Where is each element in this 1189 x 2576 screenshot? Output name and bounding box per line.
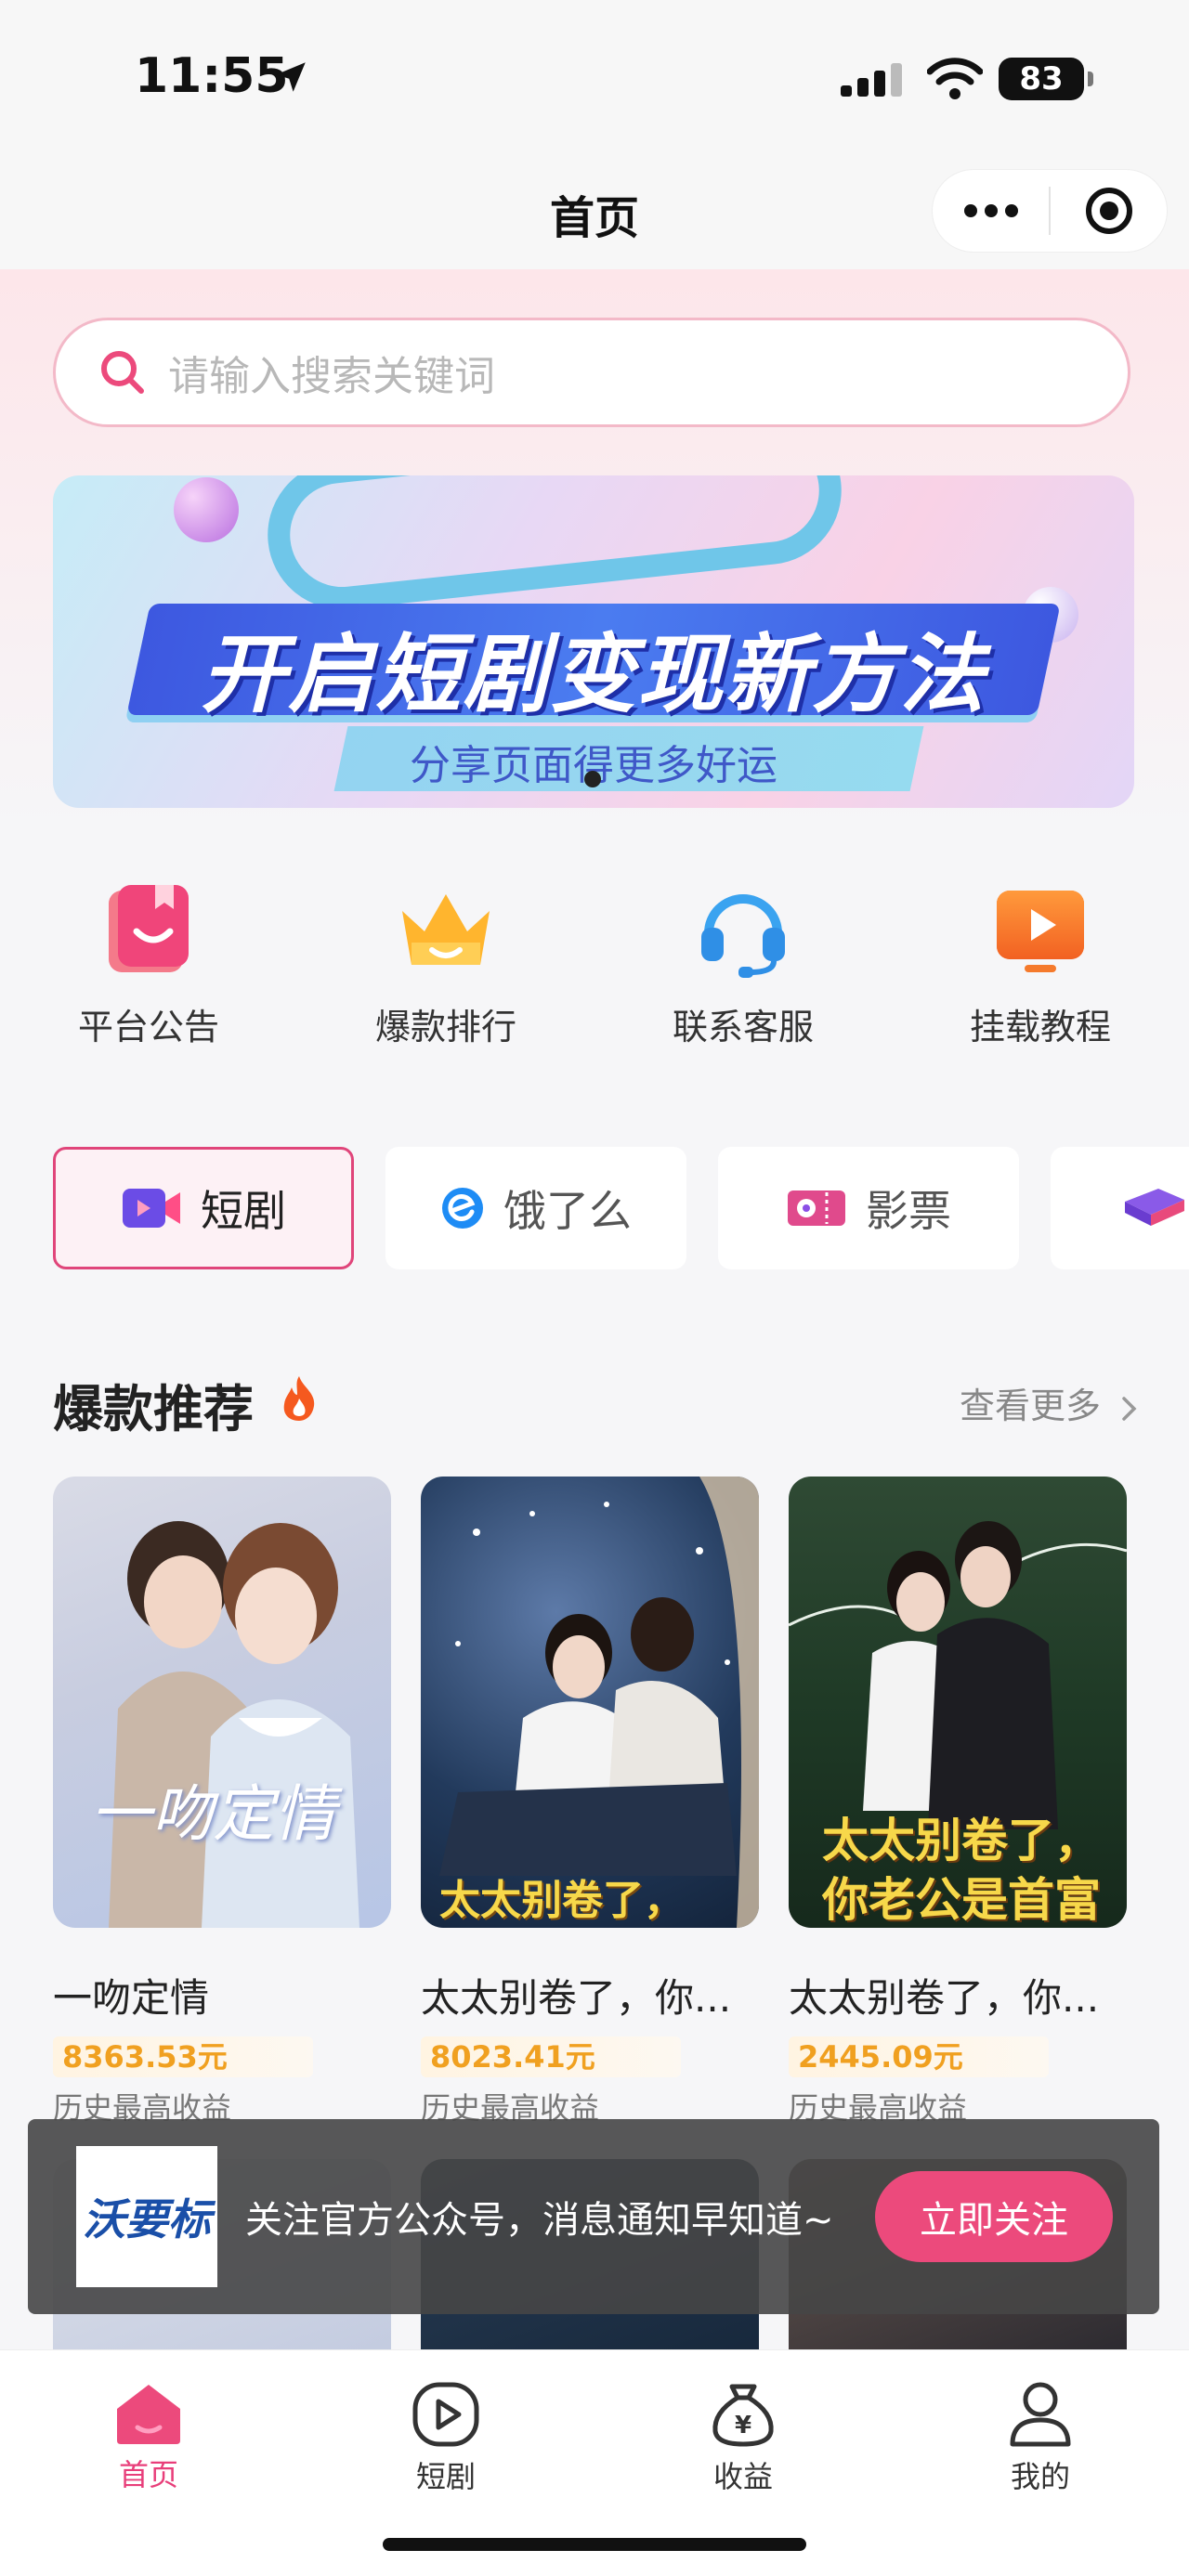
drama-poster: 一吻定情 bbox=[53, 1477, 391, 1928]
chevron-right-icon bbox=[1122, 1396, 1137, 1421]
user-icon bbox=[1010, 2382, 1071, 2447]
search-icon bbox=[101, 351, 144, 394]
category-label: 饿了么 bbox=[503, 1186, 632, 1236]
quick-link-ranking[interactable]: 爆款排行 bbox=[297, 878, 594, 1049]
more-button[interactable] bbox=[933, 169, 1049, 253]
category-tab-more[interactable] bbox=[1051, 1147, 1189, 1269]
video-camera-icon bbox=[123, 1189, 180, 1228]
quick-link-tutorial[interactable]: 挂载教程 bbox=[892, 878, 1189, 1049]
poster-title: 太太别卷了，你老公是首富 bbox=[822, 1814, 1101, 1927]
movie-ticket-icon bbox=[788, 1190, 845, 1226]
category-label: 短剧 bbox=[201, 1186, 286, 1236]
follow-prompt-text: 关注官方公众号，消息通知早知道~ bbox=[245, 2199, 834, 2242]
category-tab-short-drama[interactable]: 短剧 bbox=[53, 1147, 354, 1269]
tab-label: 短剧 bbox=[415, 2459, 476, 2494]
search-placeholder: 请输入搜索关键词 bbox=[168, 353, 495, 400]
headset-icon bbox=[701, 894, 785, 978]
follow-now-button[interactable]: 立即关注 bbox=[875, 2171, 1113, 2262]
close-miniprogram-button[interactable] bbox=[1051, 169, 1167, 253]
fire-icon bbox=[283, 1376, 315, 1421]
money-bag-icon: ¥ bbox=[712, 2384, 774, 2447]
view-more-label: 查看更多 bbox=[960, 1386, 1102, 1426]
video-play-icon bbox=[997, 891, 1084, 972]
drama-earnings: 8363.53元 bbox=[53, 2036, 313, 2077]
drama-title: 太太别卷了，你... bbox=[421, 1975, 732, 2021]
drama-card[interactable]: 一吻定情 一吻定情 8363.53元 历史最高收益 bbox=[53, 1477, 391, 2127]
tab-home[interactable]: 首页 bbox=[0, 2350, 297, 2576]
location-arrow-icon bbox=[276, 62, 306, 92]
drama-title: 一吻定情 bbox=[53, 1975, 210, 2021]
drama-poster: 太太别卷了， bbox=[421, 1477, 759, 1928]
status-time: 11:55 bbox=[135, 48, 289, 104]
wifi-icon bbox=[927, 58, 983, 99]
banner-page-indicator bbox=[584, 771, 601, 787]
quick-link-customer-service[interactable]: 联系客服 bbox=[594, 878, 892, 1049]
search-input[interactable]: 请输入搜索关键词 bbox=[53, 318, 1130, 427]
banner-bubble-decoration bbox=[174, 477, 239, 542]
tab-profile[interactable]: 我的 bbox=[892, 2350, 1189, 2576]
play-circle-icon bbox=[412, 2382, 479, 2447]
banner-ribbon-decoration bbox=[260, 475, 849, 617]
book-icon bbox=[1125, 1189, 1184, 1226]
more-dots-icon bbox=[963, 204, 1018, 217]
quick-link-label: 爆款排行 bbox=[374, 1007, 516, 1047]
drama-card[interactable]: 太太别卷了，你老公是首富 太太别卷了，你... 2445.09元 历史最高收益 bbox=[789, 1477, 1127, 2127]
drama-card[interactable]: 太太别卷了， 太太别卷了，你... 8023.41元 历史最高收益 bbox=[421, 1477, 759, 2127]
quick-link-label: 联系客服 bbox=[672, 1007, 814, 1047]
cellular-signal-icon bbox=[841, 63, 902, 97]
drama-earnings: 8023.41元 bbox=[421, 2036, 681, 2077]
view-more-link[interactable]: 查看更多 bbox=[960, 1377, 1140, 1428]
quick-link-label: 挂载教程 bbox=[969, 1007, 1111, 1047]
svg-text:¥: ¥ bbox=[735, 2412, 751, 2439]
official-account-logo: 沃要标 bbox=[76, 2146, 217, 2287]
tab-label: 收益 bbox=[712, 2459, 773, 2494]
banner-title: 开启短剧变现新方法 bbox=[200, 625, 986, 724]
section-title: 爆款推荐 bbox=[53, 1380, 254, 1438]
drama-title: 太太别卷了，你... bbox=[789, 1975, 1100, 2021]
category-label: 影票 bbox=[866, 1186, 951, 1236]
promo-banner[interactable]: 开启短剧变现新方法 分享页面得更多好运 bbox=[53, 475, 1134, 808]
tab-label: 我的 bbox=[1010, 2459, 1070, 2494]
bookmark-smile-icon bbox=[109, 885, 189, 972]
category-tab-movie-ticket[interactable]: 影票 bbox=[718, 1147, 1019, 1269]
drama-earnings: 2445.09元 bbox=[789, 2036, 1049, 2077]
follow-account-bar: 沃要标 关注官方公众号，消息通知早知道~ 立即关注 bbox=[28, 2119, 1159, 2314]
quick-link-label: 平台公告 bbox=[77, 1007, 219, 1047]
target-circle-icon bbox=[1085, 188, 1132, 234]
poster-title: 太太别卷了， bbox=[439, 1877, 685, 1924]
home-icon bbox=[117, 2385, 180, 2444]
drama-poster: 太太别卷了，你老公是首富 bbox=[789, 1477, 1127, 1928]
home-indicator bbox=[383, 2538, 806, 2551]
poster-title: 一吻定情 bbox=[90, 1778, 335, 1850]
miniprogram-capsule bbox=[932, 169, 1168, 253]
quick-link-announcement[interactable]: 平台公告 bbox=[0, 878, 297, 1049]
eleme-icon bbox=[442, 1188, 483, 1229]
quick-links: 平台公告 爆款排行 联系客服 挂载教程 bbox=[0, 878, 1189, 1049]
crown-icon bbox=[402, 894, 490, 965]
category-tab-eleme[interactable]: 饿了么 bbox=[385, 1147, 686, 1269]
battery-indicator: 83 bbox=[999, 58, 1093, 100]
tab-label: 首页 bbox=[118, 2457, 178, 2492]
